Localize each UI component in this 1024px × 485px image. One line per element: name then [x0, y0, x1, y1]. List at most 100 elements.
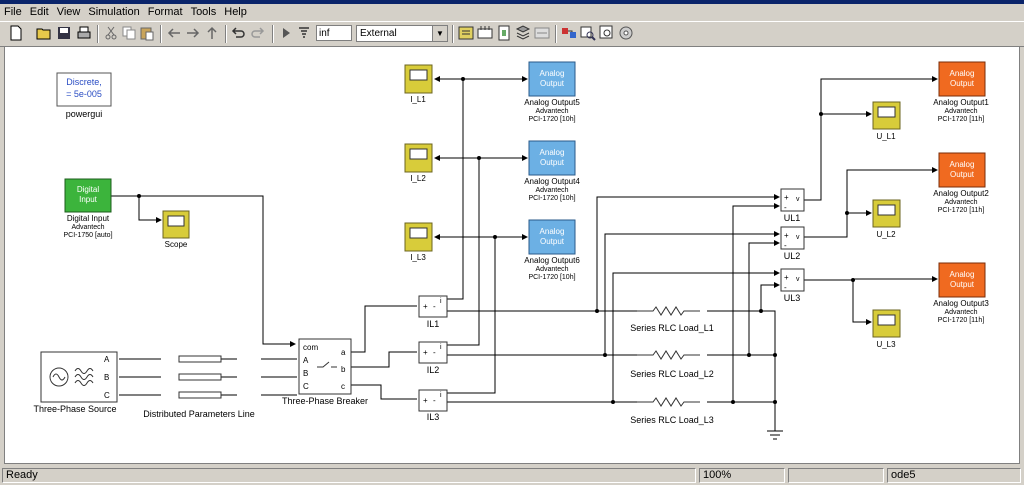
svg-text:Analog Output3: Analog Output3 — [933, 299, 989, 308]
svg-text:-: - — [784, 241, 787, 250]
analog-output1-block[interactable]: Analog Output Analog Output1 Advantech P… — [933, 61, 989, 123]
series-rlc-load-l1[interactable]: Series RLC Load_L1 — [630, 306, 714, 333]
library-icon[interactable] — [458, 25, 474, 41]
new-icon[interactable] — [8, 25, 24, 41]
breaker-port-a-out: a — [341, 348, 346, 357]
svg-text:Series RLC Load_L2: Series RLC Load_L2 — [630, 369, 714, 379]
stop-time-input[interactable]: inf — [316, 25, 352, 41]
analog-output3-block[interactable]: Analog Output Analog Output3 Advantech P… — [933, 262, 989, 324]
svg-text:UL3: UL3 — [784, 293, 801, 303]
svg-text:v: v — [796, 276, 800, 283]
menu-simulation[interactable]: Simulation — [84, 4, 143, 20]
settings-icon[interactable] — [618, 25, 634, 41]
start-icon[interactable] — [278, 25, 294, 41]
svg-text:Analog Output1: Analog Output1 — [933, 98, 989, 107]
scope-u-l2[interactable]: U_L2 — [872, 199, 901, 239]
analog-output2-block[interactable]: Analog Output Analog Output2 Advantech P… — [933, 152, 989, 214]
print-icon[interactable] — [76, 25, 92, 41]
analog-output4-block[interactable]: Analog Output Analog Output4 Advantech P… — [524, 140, 580, 202]
simulation-mode-select[interactable]: External ▼ — [356, 25, 448, 42]
voltage-measurement-ul2[interactable]: + - v UL2 — [780, 226, 805, 261]
source-port-b: B — [104, 373, 109, 382]
svg-text:PCI-1720 [10h]: PCI-1720 [10h] — [528, 195, 575, 202]
digital-input-vendor: Advantech — [71, 224, 104, 231]
source-port-c: C — [104, 391, 110, 400]
open-icon[interactable] — [36, 25, 52, 41]
build-icon[interactable] — [296, 25, 312, 41]
menu-tools[interactable]: Tools — [187, 4, 221, 20]
scope-u-l3[interactable]: U_L3 — [872, 309, 901, 349]
svg-text:Advantech: Advantech — [535, 108, 568, 115]
svg-text:-: - — [433, 302, 436, 311]
up-icon[interactable] — [204, 25, 220, 41]
svg-text:Analog Output2: Analog Output2 — [933, 189, 989, 198]
voltage-measurement-ul3[interactable]: + - v UL3 — [780, 268, 805, 303]
series-rlc-load-l3[interactable]: Series RLC Load_L3 — [630, 397, 714, 425]
current-measurement-il3[interactable]: + - i IL3 — [418, 389, 448, 422]
toolbar: inf External ▼ — [0, 21, 1024, 47]
model-canvas[interactable]: Discrete, = 5e-005 powergui Digital Inpu… — [4, 46, 1020, 464]
analog-output6-block[interactable]: Analog Output Analog Output6 Advantech P… — [524, 219, 580, 281]
scope-block[interactable]: Scope — [162, 210, 190, 249]
svg-text:I_L1: I_L1 — [410, 95, 426, 104]
menu-format[interactable]: Format — [144, 4, 187, 20]
save-icon[interactable] — [56, 25, 72, 41]
connect-icon[interactable] — [561, 25, 577, 41]
scope-u-l1[interactable]: U_L1 — [872, 101, 901, 141]
source-label: Three-Phase Source — [33, 404, 116, 414]
status-bar: Ready 100% ode5 — [0, 466, 1024, 485]
chevron-down-icon[interactable]: ▼ — [432, 26, 447, 41]
svg-text:v: v — [796, 234, 800, 241]
debugger-icon[interactable] — [496, 25, 512, 41]
series-rlc-load-l2[interactable]: Series RLC Load_L2 — [630, 350, 714, 379]
menu-file[interactable]: File — [0, 4, 26, 20]
svg-text:-: - — [784, 203, 787, 212]
diagnostics-icon[interactable] — [534, 25, 550, 41]
svg-text:+: + — [784, 273, 789, 282]
digital-input-block[interactable]: Digital Input Digital Input Advantech PC… — [63, 178, 113, 239]
svg-text:UL1: UL1 — [784, 213, 801, 223]
powergui-block[interactable]: Discrete, = 5e-005 powergui — [56, 72, 112, 119]
toolbar-separator — [225, 25, 227, 43]
model-browser-icon[interactable] — [477, 25, 493, 41]
ground-icon[interactable] — [767, 430, 783, 440]
forward-icon[interactable] — [185, 25, 201, 41]
analog-output5-block[interactable]: Analog Output Analog Output5 Advantech P… — [524, 61, 580, 123]
zoom-icon[interactable] — [599, 25, 615, 41]
paste-icon[interactable] — [139, 25, 155, 41]
scope-i-l2[interactable]: I_L2 — [404, 143, 433, 183]
breaker-port-a-in: A — [303, 356, 309, 365]
find-icon[interactable] — [580, 25, 596, 41]
current-measurement-il1[interactable]: + - i IL1 — [418, 295, 448, 329]
voltage-measurement-ul1[interactable]: + - v UL1 — [780, 188, 805, 223]
breaker-port-c-out: c — [341, 382, 345, 391]
svg-text:PCI-1720 [11h]: PCI-1720 [11h] — [938, 116, 985, 123]
cut-icon[interactable] — [103, 25, 119, 41]
distributed-parameters-line-block[interactable]: Distributed Parameters Line — [143, 355, 255, 419]
svg-text:Analog: Analog — [950, 270, 975, 279]
scope-i-l3[interactable]: I_L3 — [404, 222, 433, 262]
svg-text:I_L2: I_L2 — [410, 174, 426, 183]
breaker-port-b-out: b — [341, 365, 346, 374]
svg-text:U_L1: U_L1 — [876, 132, 896, 141]
three-phase-breaker-block[interactable]: com A B C a b c Three-Phase Breaker — [282, 338, 368, 406]
three-phase-source-block[interactable]: A B C Three-Phase Source — [33, 351, 118, 414]
copy-icon[interactable] — [121, 25, 137, 41]
svg-text:UL2: UL2 — [784, 251, 801, 261]
menu-view[interactable]: View — [53, 4, 85, 20]
breaker-com: com — [303, 343, 318, 352]
redo-icon[interactable] — [250, 25, 266, 41]
il1-label: IL1 — [427, 319, 440, 329]
explorer-icon[interactable] — [515, 25, 531, 41]
menu-edit[interactable]: Edit — [26, 4, 53, 20]
current-measurement-il2[interactable]: + - i IL2 — [418, 341, 448, 375]
svg-text:I_L3: I_L3 — [410, 253, 426, 262]
svg-text:PCI-1720 [10h]: PCI-1720 [10h] — [528, 116, 575, 123]
powergui-line2: = 5e-005 — [66, 89, 102, 99]
svg-text:PCI-1720 [10h]: PCI-1720 [10h] — [528, 274, 575, 281]
undo-icon[interactable] — [230, 25, 246, 41]
menu-help[interactable]: Help — [220, 4, 251, 20]
back-icon[interactable] — [166, 25, 182, 41]
scope-i-l1[interactable]: I_L1 — [404, 64, 433, 104]
svg-text:Analog Output4: Analog Output4 — [524, 177, 580, 186]
